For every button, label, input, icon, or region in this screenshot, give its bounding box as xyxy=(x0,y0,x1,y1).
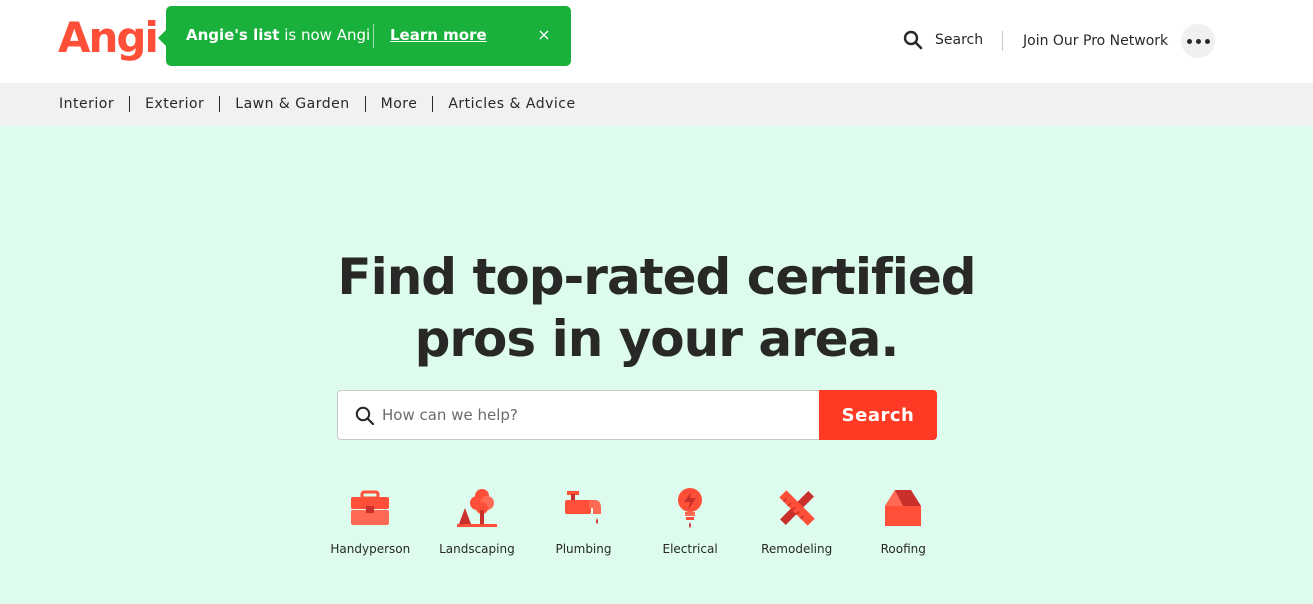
dot-icon xyxy=(1186,38,1192,44)
tree-icon xyxy=(456,489,497,527)
angi-logo[interactable]: Angi xyxy=(58,12,159,64)
roof-icon xyxy=(885,490,922,526)
category-label: Electrical xyxy=(662,542,718,556)
category-list: Handyperson Landscaping Plumbing Electri… xyxy=(317,486,957,556)
search-input-wrapper xyxy=(337,390,820,440)
hero-search-box: Search xyxy=(337,390,937,440)
close-icon[interactable]: × xyxy=(536,24,552,46)
nav-item-interior[interactable]: Interior xyxy=(59,96,114,112)
category-plumbing[interactable]: Plumbing xyxy=(530,486,637,556)
dot-icon xyxy=(1204,38,1210,44)
lightbulb-icon xyxy=(678,488,703,528)
category-landscaping[interactable]: Landscaping xyxy=(424,486,531,556)
learn-more-link[interactable]: Learn more xyxy=(390,26,487,44)
hero-title: Find top-rated certified pros in your ar… xyxy=(0,246,1313,370)
header-search-button[interactable]: Search xyxy=(903,30,983,50)
more-menu-button[interactable] xyxy=(1181,24,1215,58)
category-label: Handyperson xyxy=(330,542,411,556)
dot-icon xyxy=(1195,38,1201,44)
nav-item-articles-advice[interactable]: Articles & Advice xyxy=(448,96,575,112)
nav-item-exterior[interactable]: Exterior xyxy=(145,96,204,112)
nav-separator xyxy=(364,96,366,112)
faucet-icon xyxy=(565,491,602,524)
banner-text: is now Angi xyxy=(284,26,371,44)
search-icon xyxy=(903,30,923,50)
nav-item-more[interactable]: More xyxy=(381,96,418,112)
site-header: Angi Angie's list is now Angi Learn more… xyxy=(0,0,1313,83)
category-handyperson[interactable]: Handyperson xyxy=(317,486,424,556)
search-input[interactable] xyxy=(382,391,812,439)
nav-separator xyxy=(432,96,434,112)
ruler-pencil-icon xyxy=(778,490,815,526)
toolbox-icon xyxy=(351,490,390,525)
category-roofing[interactable]: Roofing xyxy=(850,486,957,556)
category-remodeling[interactable]: Remodeling xyxy=(743,486,850,556)
category-electrical[interactable]: Electrical xyxy=(637,486,744,556)
nav-separator xyxy=(129,96,131,112)
hero-title-line-2: pros in your area. xyxy=(414,310,900,368)
nav-item-lawn-garden[interactable]: Lawn & Garden xyxy=(235,96,349,112)
nav-separator xyxy=(219,96,221,112)
category-label: Remodeling xyxy=(761,542,833,556)
rebrand-banner: Angie's list is now Angi Learn more × xyxy=(158,6,571,66)
search-button[interactable]: Search xyxy=(819,390,937,440)
category-label: Roofing xyxy=(880,542,926,556)
header-search-label: Search xyxy=(935,32,984,48)
header-divider xyxy=(1002,31,1003,51)
banner-brand: Angie's list xyxy=(186,26,280,44)
banner-divider xyxy=(373,24,374,48)
category-label: Plumbing xyxy=(555,542,612,556)
join-pro-network-link[interactable]: Join Our Pro Network xyxy=(1023,33,1168,49)
category-label: Landscaping xyxy=(439,542,515,556)
search-icon xyxy=(355,406,375,426)
category-nav: Interior Exterior Lawn & Garden More Art… xyxy=(0,83,1313,126)
hero-title-line-1: Find top-rated certified xyxy=(337,248,976,306)
hero-section: Find top-rated certified pros in your ar… xyxy=(0,126,1313,604)
